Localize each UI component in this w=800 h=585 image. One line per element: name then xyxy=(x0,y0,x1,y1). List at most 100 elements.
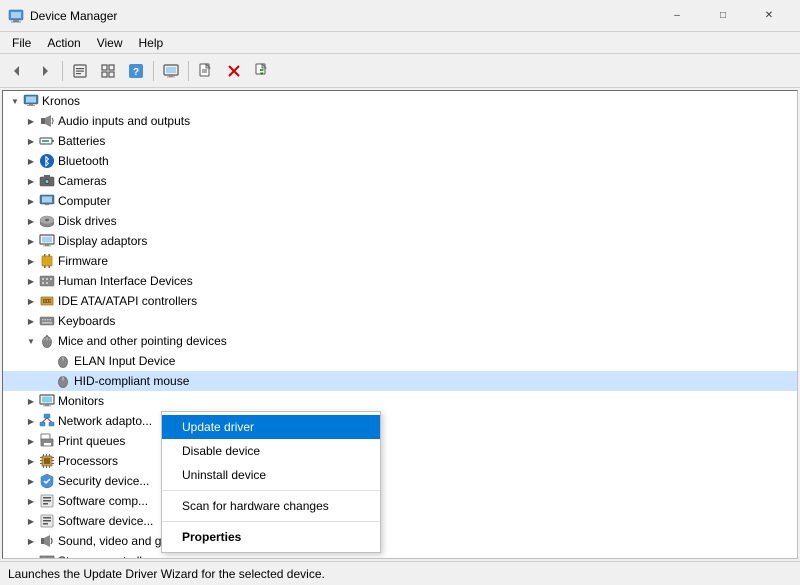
display-expand-icon[interactable]: ▶ xyxy=(23,233,39,249)
device-tree[interactable]: ▼ Kronos ▶ Audio i xyxy=(2,90,798,559)
ide-expand-icon[interactable]: ▶ xyxy=(23,293,39,309)
tree-item-hid[interactable]: ▶ Human Interface Devices xyxy=(3,271,797,291)
security-label: Security device... xyxy=(58,474,149,488)
download-button[interactable] xyxy=(249,58,275,84)
softwarecomp-icon xyxy=(39,493,55,509)
disk-icon xyxy=(39,213,55,229)
softwarecomp-expand-icon[interactable]: ▶ xyxy=(23,493,39,509)
delete-button[interactable] xyxy=(221,58,247,84)
menu-bar: File Action View Help xyxy=(0,32,800,54)
cameras-expand-icon[interactable]: ▶ xyxy=(23,173,39,189)
tree-item-sound[interactable]: ▶ Sound, video and game controllers xyxy=(3,531,797,551)
tree-item-softwarecomp[interactable]: ▶ Software comp... xyxy=(3,491,797,511)
storage-icon xyxy=(39,553,55,559)
storage-expand-icon[interactable]: ▶ xyxy=(23,553,39,559)
toolbar: ? xyxy=(0,54,800,88)
status-bar: Launches the Update Driver Wizard for th… xyxy=(0,561,800,585)
firmware-expand-icon[interactable]: ▶ xyxy=(23,253,39,269)
new-button[interactable] xyxy=(193,58,219,84)
elan-expand-icon xyxy=(39,353,55,369)
tree-item-firmware[interactable]: ▶ Firmware xyxy=(3,251,797,271)
root-label: Kronos xyxy=(42,94,80,108)
batteries-label: Batteries xyxy=(58,134,105,148)
minimize-button[interactable]: – xyxy=(654,0,700,32)
keyboards-expand-icon[interactable]: ▶ xyxy=(23,313,39,329)
tree-item-softwaredev[interactable]: ▶ Software device... xyxy=(3,511,797,531)
audio-expand-icon[interactable]: ▶ xyxy=(23,113,39,129)
menu-action[interactable]: Action xyxy=(39,34,88,52)
processors-expand-icon[interactable]: ▶ xyxy=(23,453,39,469)
bluetooth-icon: ᛒ xyxy=(39,153,55,169)
ctx-properties[interactable]: Properties xyxy=(162,525,380,549)
cameras-label: Cameras xyxy=(58,174,107,188)
tree-item-monitors[interactable]: ▶ Monitors xyxy=(3,391,797,411)
tree-root[interactable]: ▼ Kronos xyxy=(3,91,797,111)
tree-item-audio[interactable]: ▶ Audio inputs and outputs xyxy=(3,111,797,131)
computer-icon xyxy=(23,93,39,109)
tree-item-bluetooth[interactable]: ▶ ᛒ Bluetooth xyxy=(3,151,797,171)
close-button[interactable]: ✕ xyxy=(746,0,792,32)
tree-item-security[interactable]: ▶ Security device... xyxy=(3,471,797,491)
tree-item-elan[interactable]: ELAN Input Device xyxy=(3,351,797,371)
monitors-expand-icon[interactable]: ▶ xyxy=(23,393,39,409)
softwaredev-expand-icon[interactable]: ▶ xyxy=(23,513,39,529)
menu-help[interactable]: Help xyxy=(131,34,172,52)
tree-item-storage[interactable]: ▶ Storage controllers xyxy=(3,551,797,559)
forward-button[interactable] xyxy=(32,58,58,84)
batteries-expand-icon[interactable]: ▶ xyxy=(23,133,39,149)
help-button[interactable]: ? xyxy=(123,58,149,84)
ctx-scan[interactable]: Scan for hardware changes xyxy=(162,494,380,518)
menu-file[interactable]: File xyxy=(4,34,39,52)
security-icon xyxy=(39,473,55,489)
sound-expand-icon[interactable]: ▶ xyxy=(23,533,39,549)
ctx-disable-device[interactable]: Disable device xyxy=(162,439,380,463)
back-button[interactable] xyxy=(4,58,30,84)
network-expand-icon[interactable]: ▶ xyxy=(23,413,39,429)
ctx-uninstall-device[interactable]: Uninstall device xyxy=(162,463,380,487)
tree-item-processors[interactable]: ▶ Proces xyxy=(3,451,797,471)
separator2 xyxy=(153,61,154,81)
window-controls: – □ ✕ xyxy=(654,0,792,32)
root-expand-icon[interactable]: ▼ xyxy=(7,93,23,109)
monitor-icon2 xyxy=(39,393,55,409)
computer-expand-icon[interactable]: ▶ xyxy=(23,193,39,209)
ctx-update-driver[interactable]: Update driver xyxy=(162,415,380,439)
mice-expand-icon[interactable]: ▼ xyxy=(23,333,39,349)
tree-item-computer[interactable]: ▶ Computer xyxy=(3,191,797,211)
tree-item-print[interactable]: ▶ Print queues xyxy=(3,431,797,451)
show-hide-button[interactable] xyxy=(95,58,121,84)
firmware-label: Firmware xyxy=(58,254,108,268)
tree-item-network[interactable]: ▶ Network adapto... xyxy=(3,411,797,431)
svg-text:?: ? xyxy=(133,67,139,78)
processors-label: Processors xyxy=(58,454,118,468)
tree-item-hid-mouse[interactable]: HID-compliant mouse xyxy=(3,371,797,391)
hid-mouse-expand-icon xyxy=(39,373,55,389)
camera-icon xyxy=(39,173,55,189)
separator3 xyxy=(188,61,189,81)
sound-icon xyxy=(39,533,55,549)
tree-item-ide[interactable]: ▶ IDE ATA/ATAPI controllers xyxy=(3,291,797,311)
tree-item-display[interactable]: ▶ Display adaptors xyxy=(3,231,797,251)
bluetooth-expand-icon[interactable]: ▶ xyxy=(23,153,39,169)
status-text: Launches the Update Driver Wizard for th… xyxy=(8,567,325,581)
mice-label: Mice and other pointing devices xyxy=(58,334,227,348)
disk-expand-icon[interactable]: ▶ xyxy=(23,213,39,229)
tree-item-batteries[interactable]: ▶ Batteries xyxy=(3,131,797,151)
print-expand-icon[interactable]: ▶ xyxy=(23,433,39,449)
tree-item-cameras[interactable]: ▶ Cameras xyxy=(3,171,797,191)
menu-view[interactable]: View xyxy=(89,34,131,52)
hid-expand-icon[interactable]: ▶ xyxy=(23,273,39,289)
maximize-button[interactable]: □ xyxy=(700,0,746,32)
monitor-button[interactable] xyxy=(158,58,184,84)
title-bar: Device Manager – □ ✕ xyxy=(0,0,800,32)
softwaredev-label: Software device... xyxy=(58,514,153,528)
properties-button[interactable] xyxy=(67,58,93,84)
tree-item-mice[interactable]: ▼ Mice and other pointing devices xyxy=(3,331,797,351)
separator1 xyxy=(62,61,63,81)
tree-item-keyboards[interactable]: ▶ Keyboards xyxy=(3,311,797,331)
keyboard-icon xyxy=(39,313,55,329)
print-label: Print queues xyxy=(58,434,125,448)
firmware-icon xyxy=(39,253,55,269)
tree-item-disk[interactable]: ▶ Disk drives xyxy=(3,211,797,231)
security-expand-icon[interactable]: ▶ xyxy=(23,473,39,489)
